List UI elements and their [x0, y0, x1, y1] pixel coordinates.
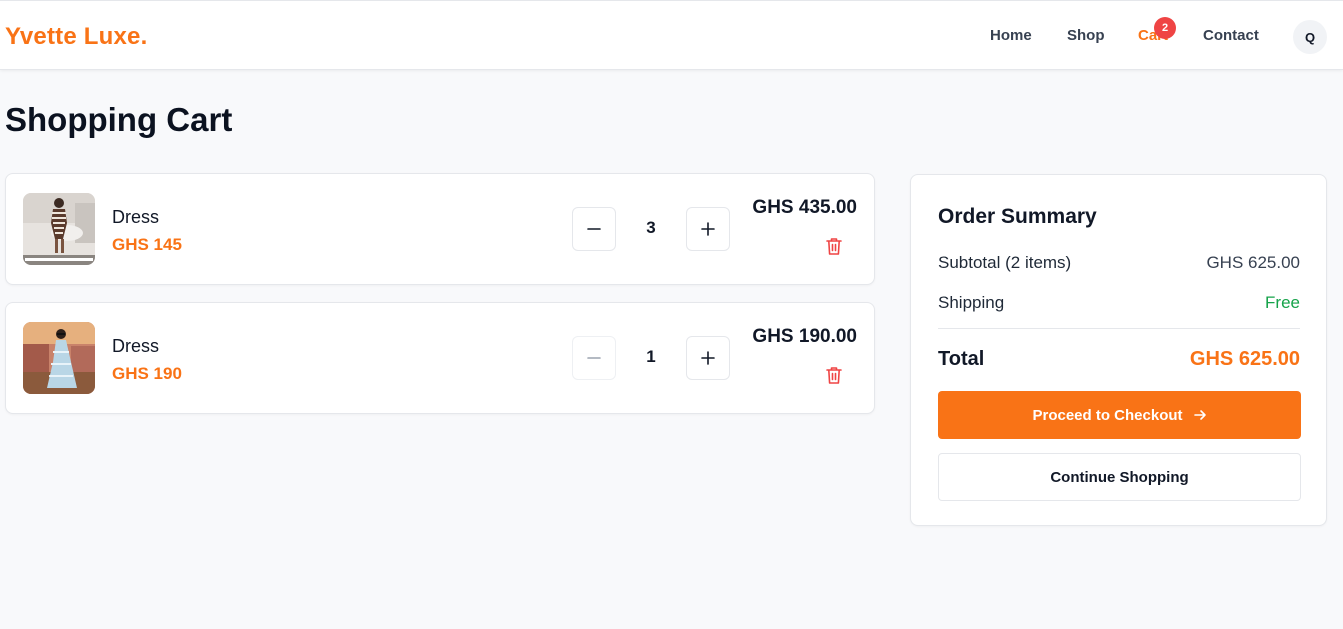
product-thumbnail[interactable]	[23, 193, 95, 265]
product-thumbnail[interactable]	[23, 322, 95, 394]
subtotal-value: GHS 625.00	[1206, 253, 1300, 272]
continue-shopping-button[interactable]: Continue Shopping	[938, 453, 1301, 501]
user-avatar-button[interactable]: Q	[1293, 20, 1327, 54]
total-label: Total	[938, 348, 985, 370]
quantity-value: 1	[646, 347, 656, 366]
cart-count-badge: 2	[1154, 17, 1176, 39]
product-unit-price: GHS 190	[112, 364, 182, 383]
shipping-label: Shipping	[938, 293, 1005, 312]
order-summary-panel: Order Summary Subtotal (2 items) GHS 625…	[910, 174, 1327, 526]
minus-icon	[587, 228, 601, 230]
shipping-value: Free	[1265, 293, 1300, 312]
plus-icon	[701, 222, 715, 236]
trash-icon	[826, 367, 842, 384]
subtotal-label: Subtotal (2 items)	[938, 253, 1072, 272]
product-name[interactable]: Dress	[112, 207, 159, 228]
nav-contact-link[interactable]: Contact	[1203, 27, 1259, 44]
remove-item-button[interactable]	[825, 236, 843, 256]
decrease-quantity-button[interactable]	[572, 207, 616, 251]
product-name[interactable]: Dress	[112, 336, 159, 357]
brand-logo[interactable]: Yvette Luxe.	[5, 23, 147, 51]
cart-item: Dress GHS 190 1 GHS 190.00	[5, 302, 875, 414]
plus-icon	[701, 351, 715, 365]
minus-icon	[587, 357, 601, 359]
page-title: Shopping Cart	[5, 101, 233, 138]
arrow-right-icon	[1193, 410, 1206, 420]
increase-quantity-button[interactable]	[686, 207, 730, 251]
trash-icon	[826, 238, 842, 255]
nav-home-link[interactable]: Home	[990, 27, 1032, 44]
quantity-value: 3	[646, 218, 656, 237]
summary-divider	[938, 328, 1300, 329]
order-summary-title: Order Summary	[938, 205, 1097, 228]
product-unit-price: GHS 145	[112, 235, 182, 254]
line-total: GHS 190.00	[752, 326, 857, 347]
checkout-button-label: Proceed to Checkout	[1032, 406, 1183, 424]
dress-photo-icon	[23, 322, 95, 394]
decrease-quantity-button[interactable]	[572, 336, 616, 380]
nav-shop-link[interactable]: Shop	[1067, 27, 1105, 44]
proceed-to-checkout-button[interactable]: Proceed to Checkout	[938, 391, 1301, 439]
cart-item: Dress GHS 145 3 GHS 435.00	[5, 173, 875, 285]
total-value: GHS 625.00	[1189, 348, 1300, 370]
top-nav-bar: Yvette Luxe. Home Shop Cart 2 Contact Q	[0, 0, 1343, 70]
dress-photo-icon	[23, 193, 95, 265]
line-total: GHS 435.00	[752, 197, 857, 218]
increase-quantity-button[interactable]	[686, 336, 730, 380]
remove-item-button[interactable]	[825, 365, 843, 385]
